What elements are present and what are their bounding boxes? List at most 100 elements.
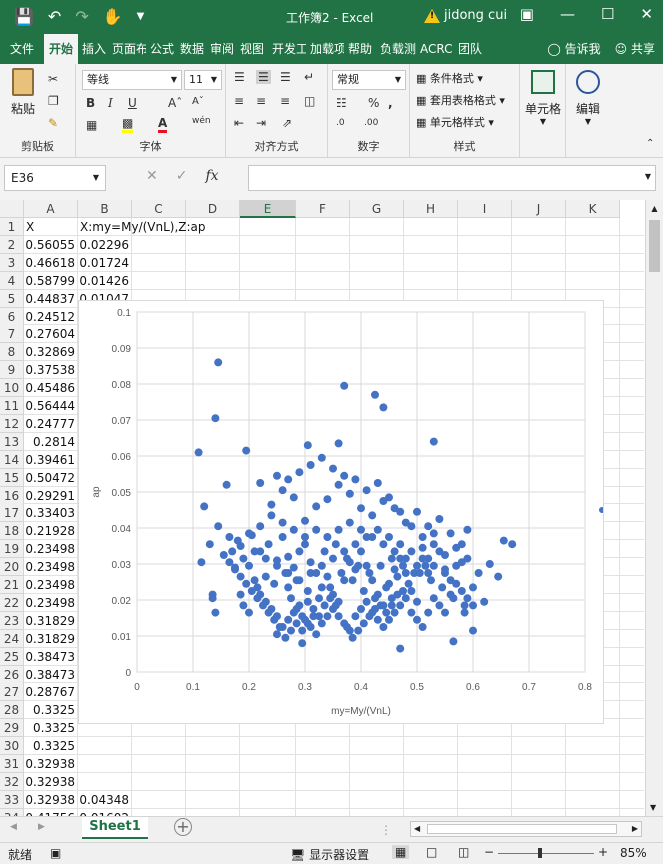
zoom-in-icon[interactable]: + (598, 845, 608, 859)
cell-a17[interactable]: 0.33403 (24, 504, 78, 522)
cell-a10[interactable]: 0.45486 (24, 379, 78, 397)
align-left-icon[interactable]: ≡ (234, 94, 244, 108)
row-header-24[interactable]: 24 (0, 629, 24, 648)
tell-me-button[interactable]: ◯ 告诉我 (547, 34, 600, 64)
cell-a29[interactable]: 0.3325 (24, 719, 78, 737)
cell-a6[interactable]: 0.24512 (24, 308, 78, 326)
align-right-icon[interactable]: ≡ (280, 94, 290, 108)
touch-mode-icon[interactable]: ✋ (103, 7, 123, 27)
cell-b3[interactable]: 0.01724 (78, 254, 132, 272)
row-header-11[interactable]: 11 (0, 397, 24, 415)
format-as-table-button[interactable]: ▦ 套用表格格式 ▾ (416, 92, 505, 108)
cancel-icon[interactable]: ✕ (146, 168, 158, 184)
ribbon-display-icon[interactable]: ▣ (520, 5, 534, 23)
italic-button[interactable]: I (108, 96, 113, 110)
cell-b2[interactable]: 0.02296 (78, 236, 132, 254)
row-header-34[interactable]: 34 (0, 808, 24, 816)
tab-team[interactable]: 团队 (454, 34, 486, 64)
align-top-icon[interactable]: ☰ (234, 70, 245, 84)
cell-a25[interactable]: 0.38473 (24, 648, 78, 666)
cell-a32[interactable]: 0.32938 (24, 773, 78, 791)
page-layout-view-icon[interactable]: □ (426, 845, 437, 859)
zoom-slider[interactable] (498, 848, 594, 858)
bold-button[interactable]: B (86, 96, 95, 110)
cell-a28[interactable]: 0.3325 (24, 701, 78, 719)
row-header-10[interactable]: 10 (0, 379, 24, 398)
cell-a16[interactable]: 0.29291 (24, 487, 78, 505)
row-header-15[interactable]: 15 (0, 468, 24, 487)
row-header-1[interactable]: 1 (0, 218, 24, 236)
undo-icon[interactable]: ↶ (48, 7, 61, 27)
zoom-thumb[interactable] (538, 848, 542, 858)
tab-developer[interactable]: 开发工 (268, 34, 306, 64)
row-header-17[interactable]: 17 (0, 504, 24, 523)
cell-a2[interactable]: 0.56055 (24, 236, 78, 254)
formula-input[interactable]: ▼ (248, 165, 656, 191)
row-header-21[interactable]: 21 (0, 576, 24, 594)
font-size-combo[interactable]: 11 ▼ (184, 70, 222, 90)
row-header-20[interactable]: 20 (0, 558, 24, 577)
normal-view-icon[interactable]: ▦ (392, 845, 410, 859)
currency-icon[interactable]: ☷ (336, 96, 347, 110)
row-header-14[interactable]: 14 (0, 450, 24, 469)
tab-insert[interactable]: 插入 (78, 34, 108, 64)
cell-a4[interactable]: 0.58799 (24, 272, 78, 290)
column-header-d[interactable]: D (186, 200, 240, 218)
row-header-18[interactable]: 18 (0, 522, 24, 541)
row-header-8[interactable]: 8 (0, 343, 24, 362)
decrease-font-icon[interactable]: Aˇ (192, 96, 204, 107)
cell-a19[interactable]: 0.23498 (24, 540, 78, 558)
cell-a14[interactable]: 0.39461 (24, 451, 78, 469)
column-header-a[interactable]: A (24, 200, 78, 218)
font-name-combo[interactable]: 等线 ▼ (82, 70, 182, 90)
column-header-h[interactable]: H (404, 200, 458, 218)
display-settings-button[interactable]: 🖥 显示器设置 (290, 846, 369, 863)
row-header-16[interactable]: 16 (0, 486, 24, 505)
macro-record-icon[interactable]: ▣ (50, 846, 61, 860)
save-icon[interactable]: 💾 (14, 7, 34, 27)
row-header-6[interactable]: 6 (0, 307, 24, 326)
name-box[interactable]: E36 ▼ (4, 165, 106, 191)
wrap-text-icon[interactable]: ↵ (304, 70, 314, 84)
tab-load-test[interactable]: 负载测 (376, 34, 416, 64)
row-header-33[interactable]: 33 (0, 790, 24, 809)
row-header-2[interactable]: 2 (0, 235, 24, 254)
tab-formulas[interactable]: 公式 (146, 34, 176, 64)
row-header-22[interactable]: 22 (0, 593, 24, 612)
row-header-13[interactable]: 13 (0, 432, 24, 451)
scatter-chart[interactable]: 0 0.01 0.02 0.03 0.04 0.05 0.06 0.07 0.08 0.09 0.1… (78, 300, 663, 724)
align-center-icon[interactable]: ≡ (256, 94, 266, 108)
copy-icon[interactable]: ❐ (48, 94, 59, 108)
tab-review[interactable]: 审阅 (206, 34, 236, 64)
cell-styles-button[interactable]: ▦ 单元格样式 ▾ (416, 114, 494, 130)
cell-a34[interactable]: 0.41756 (24, 809, 78, 816)
column-header-c[interactable]: C (132, 200, 186, 218)
tab-addins[interactable]: 加载项 (306, 34, 344, 64)
cell-a12[interactable]: 0.24777 (24, 415, 78, 433)
comma-icon[interactable]: , (388, 96, 393, 110)
cell-b1[interactable]: X:my=My/(VnL),Z:ap (80, 218, 206, 236)
cell-a31[interactable]: 0.32938 (24, 755, 78, 773)
scroll-thumb[interactable] (649, 220, 660, 272)
cell-a22[interactable]: 0.23498 (24, 594, 78, 612)
row-header-26[interactable]: 26 (0, 665, 24, 684)
user-account[interactable]: jidong cui (424, 8, 507, 23)
row-header-28[interactable]: 28 (0, 701, 24, 720)
cell-a9[interactable]: 0.37538 (24, 361, 78, 379)
format-painter-icon[interactable]: ✎ (48, 116, 58, 130)
cell-a3[interactable]: 0.46618 (24, 254, 78, 272)
row-header-9[interactable]: 9 (0, 361, 24, 380)
zoom-out-icon[interactable]: − (484, 845, 494, 859)
row-header-31[interactable]: 31 (0, 755, 24, 773)
row-header-25[interactable]: 25 (0, 647, 24, 666)
maximize-icon[interactable]: ☐ (601, 5, 614, 23)
tab-page-layout[interactable]: 页面布 (108, 34, 146, 64)
column-header-k[interactable]: K (566, 200, 620, 218)
fill-color-icon[interactable]: ▩ (122, 116, 134, 133)
phonetic-icon[interactable]: wén (192, 116, 211, 126)
align-bottom-icon[interactable]: ☰ (280, 70, 291, 84)
paste-button[interactable]: 粘贴 (6, 68, 40, 117)
tab-home[interactable]: 开始 (44, 34, 78, 64)
row-header-5[interactable]: 5 (0, 289, 24, 308)
h-scroll-thumb[interactable] (427, 824, 617, 834)
